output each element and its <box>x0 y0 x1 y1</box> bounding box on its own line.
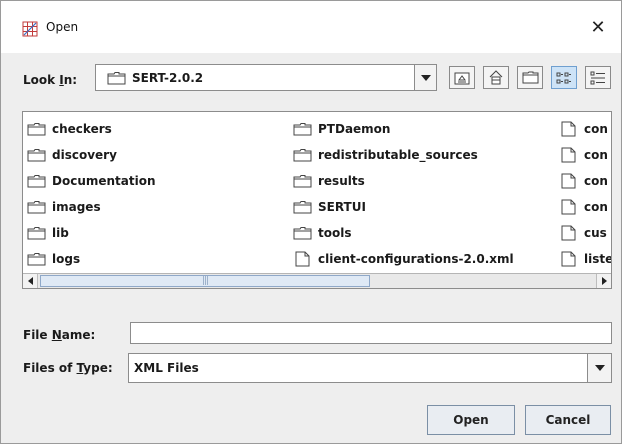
folder-icon <box>27 253 46 266</box>
file-name-input[interactable] <box>130 322 612 344</box>
grip-icon: ||| <box>201 276 209 286</box>
file-icon <box>561 199 576 215</box>
folder-icon <box>293 175 312 188</box>
file-list-item-label: con <box>584 174 608 188</box>
window-title: Open <box>46 20 79 34</box>
file-list-item[interactable]: con <box>559 142 611 168</box>
details-view-button[interactable] <box>585 66 611 89</box>
file-icon <box>561 173 576 189</box>
file-list-item-label: SERTUI <box>318 200 366 214</box>
folder-icon <box>293 201 312 214</box>
file-column-1: checkers discovery Documentation images lib l… <box>27 116 156 272</box>
file-list-item-label: checkers <box>52 122 112 136</box>
folder-icon <box>293 123 312 136</box>
file-icon <box>561 225 576 241</box>
file-list-item-label: PTDaemon <box>318 122 391 136</box>
chevron-down-icon <box>594 365 605 371</box>
file-list-item-label: results <box>318 174 365 188</box>
file-list-item-label: con <box>584 148 608 162</box>
horizontal-scrollbar[interactable]: ||| <box>23 273 611 288</box>
folder-icon <box>27 175 46 188</box>
file-type-value: XML Files <box>134 361 199 375</box>
dialog-content: Look In: SERT-2.0.2 checkers discovery D… <box>1 53 621 443</box>
file-list-item-label: redistributable_sources <box>318 148 478 162</box>
file-list-item-label: Documentation <box>52 174 156 188</box>
scroll-right-button[interactable] <box>596 274 611 288</box>
scroll-left-icon <box>27 277 33 285</box>
file-list-item[interactable]: logs <box>27 246 156 272</box>
close-button[interactable]: ✕ <box>575 1 621 53</box>
scroll-right-icon <box>601 277 607 285</box>
file-list-item-label: logs <box>52 252 81 266</box>
file-list-item-label: client-configurations-2.0.xml <box>318 252 514 266</box>
home-icon <box>489 70 503 85</box>
folder-icon <box>27 227 46 240</box>
file-list-item[interactable]: PTDaemon <box>293 116 514 142</box>
file-icon <box>295 251 310 267</box>
up-one-level-button[interactable] <box>449 66 475 89</box>
file-list-item[interactable]: con <box>559 116 611 142</box>
new-folder-icon <box>522 71 538 84</box>
file-list-item-label: images <box>52 200 101 214</box>
file-list-item-label: con <box>584 200 608 214</box>
file-list-item[interactable]: Documentation <box>27 168 156 194</box>
file-list-item[interactable]: discovery <box>27 142 156 168</box>
file-list-item[interactable]: client-configurations-2.0.xml <box>293 246 514 272</box>
look-in-label: Look In: <box>23 73 78 87</box>
file-list-item[interactable]: con <box>559 194 611 220</box>
file-list-item[interactable]: con <box>559 168 611 194</box>
file-list-item-label: discovery <box>52 148 117 162</box>
file-type-arrow[interactable] <box>587 354 611 382</box>
file-list-item-label: liste <box>584 252 612 266</box>
file-icon <box>561 147 576 163</box>
file-list-item-label: lib <box>52 226 69 240</box>
java-app-icon <box>22 21 38 37</box>
title-bar[interactable]: Open ✕ <box>1 1 621 53</box>
new-folder-button[interactable] <box>517 66 543 89</box>
cancel-button[interactable]: Cancel <box>525 405 611 435</box>
file-list[interactable]: checkers discovery Documentation images lib l… <box>22 111 612 289</box>
file-list-item[interactable]: SERTUI <box>293 194 514 220</box>
look-in-dropdown[interactable]: SERT-2.0.2 <box>95 64 437 91</box>
folder-icon <box>27 123 46 136</box>
file-list-item-label: con <box>584 122 608 136</box>
file-list-item[interactable]: tools <box>293 220 514 246</box>
up-folder-icon <box>454 72 470 84</box>
list-view-icon <box>556 72 571 83</box>
look-in-arrow[interactable] <box>414 65 436 90</box>
file-list-item[interactable]: checkers <box>27 116 156 142</box>
file-column-3: con con con con cus liste <box>559 116 612 272</box>
file-type-label: Files of Type: <box>23 361 113 375</box>
folder-icon <box>27 149 46 162</box>
open-dialog: Open ✕ Look In: SERT-2.0.2 checkers disc… <box>0 0 622 444</box>
file-list-item-label: tools <box>318 226 352 240</box>
folder-icon <box>293 227 312 240</box>
folder-icon <box>27 201 46 214</box>
close-icon: ✕ <box>590 16 606 38</box>
chevron-down-icon <box>420 74 431 81</box>
file-column-2: PTDaemon redistributable_sourcesresults SE… <box>293 116 514 272</box>
list-view-button[interactable] <box>551 66 577 89</box>
file-list-item[interactable]: redistributable_sources <box>293 142 514 168</box>
file-list-item[interactable]: lib <box>27 220 156 246</box>
file-type-dropdown[interactable]: XML Files <box>128 353 612 383</box>
file-list-item[interactable]: results <box>293 168 514 194</box>
file-list-item[interactable]: liste <box>559 246 612 272</box>
scroll-left-button[interactable] <box>23 274 38 288</box>
file-list-item[interactable]: images <box>27 194 156 220</box>
details-view-icon <box>590 71 605 84</box>
folder-icon <box>107 71 126 84</box>
scroll-thumb[interactable]: ||| <box>40 275 370 287</box>
look-in-value: SERT-2.0.2 <box>132 70 204 85</box>
file-icon <box>561 251 576 267</box>
file-name-label: File Name: <box>23 328 96 342</box>
open-button[interactable]: Open <box>427 405 515 435</box>
file-list-item[interactable]: cus <box>559 220 611 246</box>
home-button[interactable] <box>483 66 509 89</box>
file-list-item-label: cus <box>584 226 607 240</box>
file-icon <box>561 121 576 137</box>
folder-icon <box>293 149 312 162</box>
